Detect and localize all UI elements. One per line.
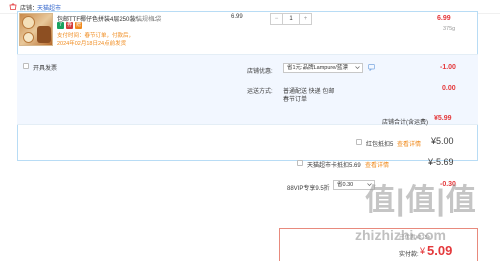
shipping-label: 运送方式: <box>247 89 273 95</box>
vip-discount-value: 省0.30 <box>337 182 354 188</box>
invoice-checkbox[interactable] <box>23 63 29 69</box>
red-packet-label: 红包抵扣5 <box>366 142 394 148</box>
shop-coupon-label: 店铺优惠: <box>247 69 273 75</box>
quantity-decrease-button[interactable]: − <box>271 14 282 24</box>
supercard-label: 天猫超市卡抵扣5.69 <box>307 163 361 169</box>
product-badges: 7 券 赠 <box>57 22 82 29</box>
supercard-value: ¥-5.69 <box>428 157 454 167</box>
shipping-amount: 0.00 <box>442 85 456 92</box>
item-subtotal: 6.99 <box>437 15 451 22</box>
red-packet-details-link[interactable]: 查看详情 <box>397 139 421 148</box>
shop-coupon-amount: -1.00 <box>440 64 456 71</box>
watermark-logo: 值|值|值 <box>365 184 477 217</box>
quantity-stepper: − 1 + <box>270 13 312 25</box>
total-payable-amount: 5.09 <box>427 243 453 258</box>
chevron-down-icon <box>355 65 360 73</box>
quantity-increase-button[interactable]: + <box>300 14 311 24</box>
shop-icon <box>9 3 17 12</box>
vip-label: 88VIP专享9.5折 <box>287 186 330 192</box>
tmall-badge-icon: 7 <box>57 22 64 29</box>
unit-price: 6.99 <box>231 14 243 20</box>
product-thumbnail[interactable] <box>19 13 53 46</box>
gift-badge-icon: 赠 <box>75 22 82 29</box>
vip-discount-select[interactable]: 省0.30 <box>333 180 375 190</box>
promo-text-2: 2024年02月18日24点前发货 <box>57 41 127 47</box>
coupon-info-icon[interactable] <box>368 64 375 73</box>
shipping-note: 春节订单 <box>283 97 308 103</box>
promo-text-1: 支付时间：春节订单，付款后， <box>57 33 135 39</box>
total-currency: ¥ <box>420 246 426 256</box>
shop-coupon-value: 省1元:品牌Lampure/蓝漂 <box>287 65 348 71</box>
supercard-checkbox[interactable] <box>297 160 303 166</box>
shop-total-value: ¥5.99 <box>434 115 452 122</box>
saved-note: 已优惠¥375k <box>399 235 431 241</box>
invoice-label: 开具发票 <box>33 66 58 72</box>
shop-coupon-select[interactable]: 省1元:品牌Lampure/蓝漂 <box>283 63 363 73</box>
red-packet-value: ¥5.00 <box>431 136 454 146</box>
item-weight: 375g <box>443 26 456 32</box>
spec-value: 1袋 <box>152 17 162 23</box>
red-packet-checkbox[interactable] <box>356 139 362 145</box>
coupon-badge-icon: 券 <box>66 22 73 29</box>
total-payable-label: 实付款: <box>399 252 419 258</box>
shop-total-label: 店铺合计(含运费) <box>382 120 428 126</box>
vip-discount-amount: -0.30 <box>440 181 456 188</box>
quantity-input[interactable]: 1 <box>282 14 300 24</box>
chevron-down-icon <box>367 182 372 190</box>
supercard-details-link[interactable]: 查看详情 <box>365 160 389 169</box>
